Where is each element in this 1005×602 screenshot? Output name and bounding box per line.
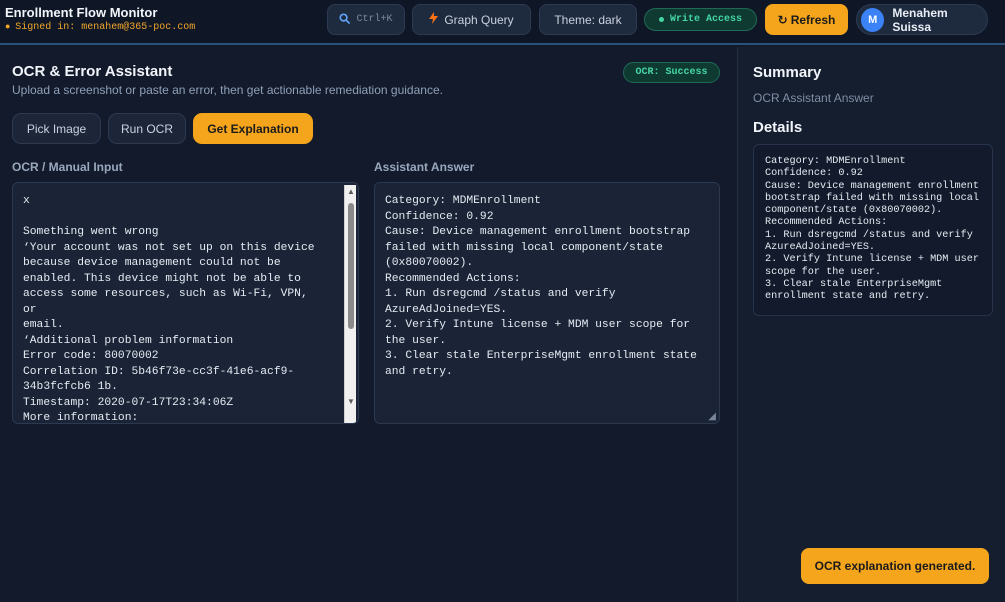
scroll-thumb[interactable] [348, 203, 354, 329]
details-box: Category: MDMEnrollment Confidence: 0.92… [753, 144, 993, 316]
details-text: Category: MDMEnrollment Confidence: 0.92… [765, 156, 979, 303]
write-status-dot-icon [658, 17, 664, 22]
scroll-up-icon[interactable]: ▲ [347, 187, 355, 197]
search-shortcut-label: Ctrl+K [356, 14, 393, 25]
refresh-button[interactable]: ↻ Refresh [765, 4, 848, 35]
theme-label: Theme: dark [554, 12, 622, 27]
search-button[interactable]: Ctrl+K [327, 4, 405, 35]
summary-panel: Summary OCR Assistant Answer Details Cat… [737, 47, 1005, 602]
input-label: OCR / Manual Input [12, 160, 123, 174]
user-menu-button[interactable]: M Menahem Suissa [856, 4, 988, 35]
get-explanation-button[interactable]: Get Explanation [193, 113, 313, 144]
ocr-input-text[interactable]: x Something went wrong ‘Your account was… [23, 194, 315, 423]
app-title: Enrollment Flow Monitor [5, 5, 158, 20]
status-dot-icon: ● [5, 21, 11, 31]
graph-query-label: Graph Query [444, 12, 514, 27]
run-ocr-button[interactable]: Run OCR [108, 113, 186, 144]
page-subtitle: Upload a screenshot or paste an error, t… [12, 83, 443, 97]
theme-toggle-button[interactable]: Theme: dark [539, 4, 637, 35]
write-access-badge[interactable]: Write Access [644, 8, 757, 31]
top-header: Enrollment Flow Monitor ● Signed in: men… [0, 0, 1005, 45]
answer-label: Assistant Answer [374, 160, 475, 174]
input-scrollbar[interactable]: ▲ ▼ [344, 185, 356, 423]
toast-notification: OCR explanation generated. [801, 548, 989, 584]
summary-subtitle: OCR Assistant Answer [753, 91, 874, 105]
refresh-label: Refresh [790, 12, 836, 27]
resize-handle-icon[interactable]: ◢ [708, 411, 716, 422]
search-icon [339, 12, 351, 27]
page-title: OCR & Error Assistant [12, 63, 173, 80]
signed-in-status: ● Signed in: menahem@365-poc.com [5, 21, 195, 33]
pick-image-button[interactable]: Pick Image [12, 113, 101, 144]
user-name: Menahem Suissa [892, 5, 948, 34]
scroll-down-icon[interactable]: ▼ [347, 397, 355, 407]
assistant-answer-textarea[interactable]: Category: MDMEnrollment Confidence: 0.92… [374, 182, 720, 424]
summary-title: Summary [753, 64, 822, 81]
ocr-input-textarea[interactable]: x Something went wrong ‘Your account was… [12, 182, 359, 424]
avatar: M [861, 7, 885, 32]
signed-in-text: Signed in: menahem@365-poc.com [15, 22, 196, 33]
details-title: Details [753, 119, 803, 136]
assistant-answer-text[interactable]: Category: MDMEnrollment Confidence: 0.92… [385, 194, 697, 380]
refresh-icon: ↻ [777, 12, 788, 27]
lightning-icon [429, 12, 439, 27]
graph-query-button[interactable]: Graph Query [412, 4, 531, 35]
status-badge: OCR: Success [623, 62, 720, 83]
write-access-label: Write Access [669, 14, 742, 25]
